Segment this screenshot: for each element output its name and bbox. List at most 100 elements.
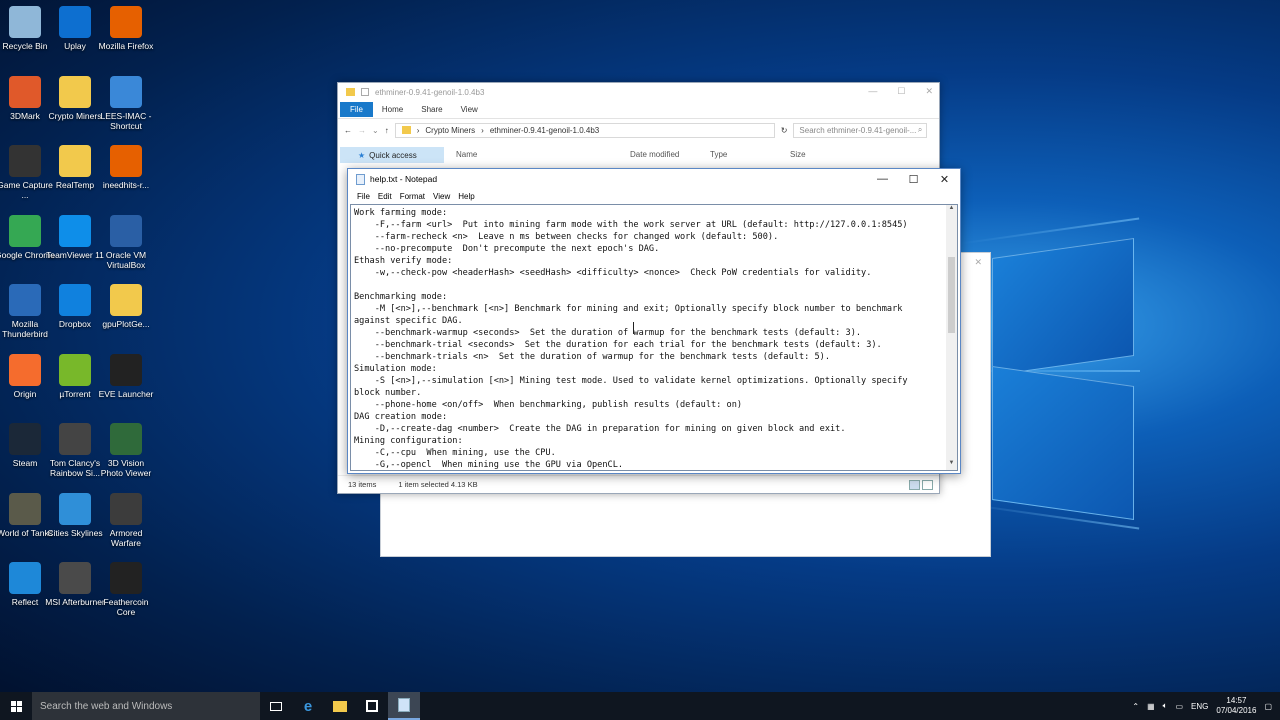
desktop-icon-label: Mozilla Firefox	[98, 41, 154, 51]
desktop-icon[interactable]: LEES-IMAC - Shortcut	[96, 75, 156, 131]
details-view-icon[interactable]	[909, 480, 920, 490]
store-taskbar-button[interactable]	[356, 692, 388, 720]
armored-warfare-icon	[110, 492, 142, 525]
world-of-tanks-icon	[9, 492, 41, 525]
network-icon[interactable]: ▦	[1147, 702, 1155, 711]
star-icon: ★	[358, 150, 366, 160]
column-date-modified[interactable]: Date modified	[630, 150, 679, 159]
battery-icon[interactable]: ▭	[1175, 702, 1183, 711]
menu-view[interactable]: View	[429, 192, 454, 201]
recent-chevron-icon[interactable]: ⌄	[372, 126, 379, 135]
feathercoin-icon	[110, 562, 142, 594]
back-arrow-icon[interactable]: ←	[344, 126, 352, 135]
explorer-search-input[interactable]: Search ethminer-0.9.41-genoil-... ⌕	[793, 122, 928, 138]
notepad-menubar: File Edit Format View Help	[348, 189, 960, 203]
menu-help[interactable]: Help	[454, 192, 478, 201]
explorer-titlebar: ethminer-0.9.41-genoil-1.0.4b3	[338, 83, 939, 101]
notepad-text-area[interactable]: Work farming mode: -F,--farm <url> Put i…	[350, 204, 946, 471]
close-icon[interactable]: ✕	[974, 257, 982, 268]
large-icons-view-icon[interactable]	[922, 480, 933, 490]
uplay-icon	[59, 6, 91, 38]
taskbar: Search the web and Windows e ⌃ ▦ 🔈︎ ▭ EN…	[0, 692, 1280, 720]
desktop-icon[interactable]: Oracle VM VirtualBox	[96, 214, 156, 270]
volume-icon[interactable]: 🔈︎	[1163, 701, 1168, 711]
origin-icon	[9, 353, 41, 386]
file-explorer-taskbar-button[interactable]	[324, 692, 356, 720]
start-button[interactable]	[0, 692, 32, 720]
notepad-icon	[356, 173, 365, 185]
desktop-icon[interactable]: Armored Warfare	[96, 492, 156, 548]
minimize-button[interactable]: —	[868, 86, 877, 97]
steam-icon	[9, 423, 41, 455]
refresh-icon[interactable]: ↻	[781, 126, 788, 135]
tab-share[interactable]: Share	[412, 102, 451, 117]
tab-home[interactable]: Home	[373, 102, 412, 117]
maximize-button[interactable]: ☐	[898, 169, 929, 189]
notepad-title: help.txt - Notepad	[370, 174, 438, 184]
column-name[interactable]: Name	[456, 150, 477, 159]
virtualbox-icon	[110, 214, 142, 247]
ribbon-tabs: File Home Share View	[338, 101, 939, 119]
rainbow-six-icon	[59, 423, 91, 455]
breadcrumb-ethminer[interactable]: ethminer-0.9.41-genoil-1.0.4b3	[490, 126, 599, 135]
desktop-icon-label: EVE Launcher	[98, 388, 154, 399]
desktop-icon[interactable]: 3D Vision Photo Viewer	[96, 423, 156, 478]
desktop-icon[interactable]: Feathercoin Core	[96, 562, 156, 617]
task-view-button[interactable]	[260, 692, 292, 720]
scroll-down-arrow-icon[interactable]: ▼	[946, 460, 957, 470]
menu-format[interactable]: Format	[396, 192, 429, 201]
desktop-icon-label: LEES-IMAC - Shortcut	[100, 110, 152, 131]
desktop-icon[interactable]: Mozilla Firefox	[96, 6, 156, 51]
windows-logo-icon	[10, 700, 22, 712]
menu-edit[interactable]: Edit	[374, 192, 396, 201]
reflect-icon	[9, 562, 41, 594]
language-indicator[interactable]: ENG	[1191, 702, 1208, 711]
3dmark-icon	[9, 75, 41, 108]
scrollbar-thumb[interactable]	[948, 257, 955, 333]
maximize-button[interactable]: ☐	[897, 86, 905, 97]
clock-time: 14:57	[1226, 696, 1247, 705]
desktop-icon-label: 3D Vision Photo Viewer	[100, 458, 152, 478]
tab-view[interactable]: View	[452, 102, 487, 117]
item-count: 13 items	[348, 480, 377, 489]
scroll-up-arrow-icon[interactable]: ▲	[946, 205, 957, 215]
edge-taskbar-button[interactable]: e	[292, 692, 324, 720]
breadcrumb-crypto-miners[interactable]: Crypto Miners	[425, 126, 475, 135]
game-capture-icon	[9, 145, 41, 177]
notepad-taskbar-button[interactable]	[388, 692, 420, 720]
store-icon	[366, 700, 378, 712]
forward-arrow-icon[interactable]: →	[358, 126, 366, 135]
cities-skylines-icon	[59, 492, 91, 525]
taskbar-search-input[interactable]: Search the web and Windows	[32, 692, 260, 720]
text-cursor-icon	[633, 322, 635, 334]
address-bar[interactable]: › Crypto Miners › ethminer-0.9.41-genoil…	[394, 122, 775, 138]
computer-icon	[110, 75, 142, 108]
search-icon: ⌕	[917, 125, 923, 134]
clock[interactable]: 14:57 07/04/2016	[1216, 696, 1256, 716]
folder-icon	[333, 700, 347, 712]
vertical-scrollbar[interactable]: ▲ ▼	[946, 204, 958, 471]
minimize-button[interactable]: —	[867, 169, 898, 189]
desktop-icon[interactable]: EVE Launcher	[96, 353, 156, 399]
up-arrow-icon[interactable]: ↑	[385, 126, 389, 135]
quick-access-item[interactable]: ★ Quick access	[340, 147, 444, 163]
notifications-icon[interactable]: ▢	[1264, 702, 1272, 711]
menu-file[interactable]: File	[353, 192, 374, 201]
desktop-icon-label: Feathercoin Core	[103, 597, 149, 617]
notepad-icon	[398, 698, 410, 712]
tab-file[interactable]: File	[340, 102, 373, 117]
explorer-status-bar: 13 items 1 item selected 4.13 KB	[338, 475, 939, 493]
chevron-up-icon[interactable]: ⌃	[1132, 702, 1139, 711]
eve-icon	[110, 353, 142, 386]
folder-icon	[346, 88, 355, 96]
column-size[interactable]: Size	[790, 150, 806, 159]
close-button[interactable]: ✕	[929, 169, 960, 189]
file-list-header: ★ Quick access Name Date modified Type S…	[338, 145, 939, 167]
desktop-icon[interactable]: ineedhits-r...	[96, 145, 156, 190]
view-toggle	[909, 480, 933, 490]
desktop-icon[interactable]: gpuPlotGe...	[96, 284, 156, 329]
explorer-window-controls: — ☐ ✕	[868, 86, 933, 97]
close-button[interactable]: ✕	[925, 86, 933, 97]
column-type[interactable]: Type	[710, 150, 727, 159]
checkbox-icon[interactable]	[361, 88, 369, 96]
